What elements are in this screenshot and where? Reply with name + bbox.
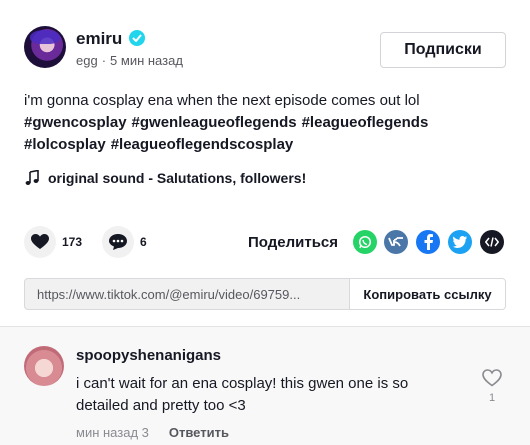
hashtag-link[interactable]: #lolcosplay [24, 136, 106, 153]
facebook-icon[interactable] [416, 230, 440, 254]
commenter-avatar[interactable] [24, 346, 64, 386]
comment-like-button[interactable]: 1 [480, 369, 504, 404]
heart-icon [31, 234, 49, 249]
sound-label: original sound - Salutations, followers! [48, 170, 307, 186]
action-bar: 173 6 Поделиться [24, 226, 506, 258]
follow-button[interactable]: Подписки [380, 32, 506, 68]
verified-badge-icon [129, 30, 145, 46]
sound-link[interactable]: original sound - Salutations, followers! [24, 170, 306, 186]
whatsapp-icon[interactable] [353, 230, 377, 254]
like-action[interactable]: 173 [24, 226, 82, 258]
caption-text: i'm gonna cosplay ena when the next epis… [24, 92, 420, 109]
comment-count: 6 [140, 235, 147, 249]
comment-time: мин назад 3 [76, 425, 149, 440]
embed-icon[interactable] [480, 230, 504, 254]
author-username[interactable]: emiru [76, 29, 122, 49]
comment-button[interactable] [102, 226, 134, 258]
vk-icon[interactable] [384, 230, 408, 254]
comment-like-count: 1 [488, 392, 496, 404]
comment-list: spoopyshenanigans i can't wait for an en… [0, 327, 530, 445]
share-link-row: https://www.tiktok.com/@emiru/video/6975… [24, 278, 506, 310]
comment-text: i can't wait for an ena cosplay! this gw… [76, 375, 409, 414]
video-link-text[interactable]: https://www.tiktok.com/@emiru/video/6975… [37, 287, 337, 302]
author-subline: egg · 5 мин назад [76, 53, 183, 68]
like-button[interactable] [24, 226, 56, 258]
music-note-icon [25, 170, 39, 185]
post-caption: i'm gonna cosplay ena when the next epis… [24, 90, 504, 156]
comment-meta: мин назад 3 Ответить [76, 425, 229, 440]
comment-action[interactable]: 6 [102, 226, 147, 258]
hashtag-link[interactable]: #leagueoflegendscosplay [111, 136, 294, 153]
comment-bubble-icon [109, 234, 127, 250]
commenter-username[interactable]: spoopyshenanigans [76, 347, 221, 364]
post-header: emiru egg · 5 мин назад Подписки [24, 26, 506, 74]
hashtag-list: #gwencosplay #gwenleagueoflegends #leagueo… [24, 112, 504, 156]
heart-outline-icon [482, 369, 502, 387]
reply-button[interactable]: Ответить [169, 425, 229, 440]
twitter-icon[interactable] [448, 230, 472, 254]
hashtag-link[interactable]: #leagueoflegends [302, 114, 429, 131]
hashtag-link[interactable]: #gwencosplay [24, 114, 127, 131]
like-count: 173 [62, 235, 83, 249]
post-time: 5 мин назад [110, 53, 183, 68]
share-label: Поделиться [248, 234, 339, 251]
separator-dot: · [101, 53, 107, 68]
author-avatar[interactable] [24, 26, 66, 68]
hashtag-link[interactable]: #gwenleagueoflegends [132, 114, 297, 131]
copy-link-button[interactable]: Копировать ссылку [349, 279, 505, 309]
author-nickname: egg [76, 53, 98, 68]
